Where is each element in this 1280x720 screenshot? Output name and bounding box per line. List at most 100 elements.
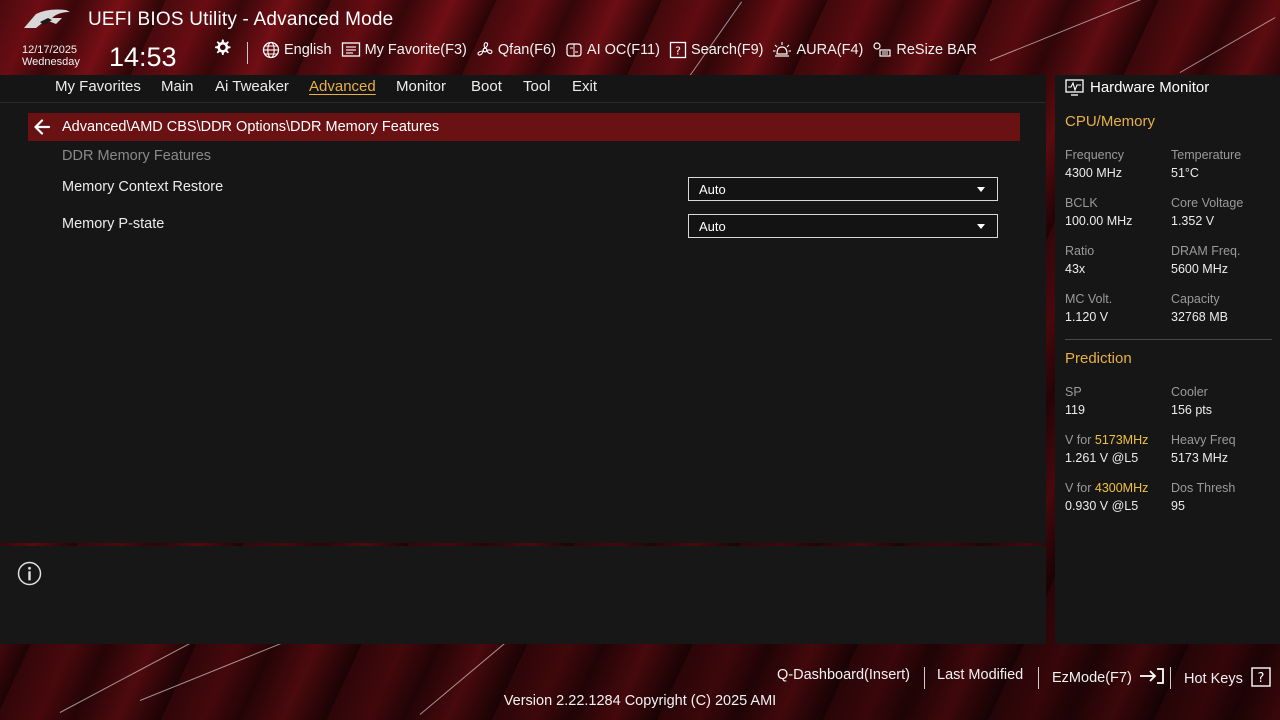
select-value: Auto — [699, 182, 726, 197]
hot-keys-button[interactable]: Hot Keys ? — [1184, 667, 1271, 687]
menu-my-favorites[interactable]: My Favorites — [55, 78, 141, 95]
heavy-freq-value: 5173 MHz — [1171, 451, 1228, 465]
menu-monitor[interactable]: Monitor — [396, 78, 446, 95]
cooler-value: 156 pts — [1171, 403, 1213, 417]
memory-p-state-select[interactable]: Auto — [688, 214, 998, 238]
chevron-down-icon — [977, 224, 985, 229]
hardware-monitor-title: Hardware Monitor — [1090, 79, 1210, 96]
core-voltage-label: Core Voltage — [1171, 196, 1244, 210]
dram-freq-label: DRAM Freq. — [1171, 244, 1241, 258]
v-for-frequency: 4300MHz — [1094, 481, 1149, 495]
gear-icon[interactable] — [212, 38, 232, 58]
core-voltage-value: 1.352 V — [1171, 214, 1215, 228]
resize-bar-button[interactable]: ReSize BAR — [872, 41, 977, 59]
select-value: Auto — [699, 219, 726, 234]
aura-label: AURA(F4) — [796, 42, 864, 58]
cooler-label: Cooler — [1171, 385, 1208, 399]
search-button[interactable]: ? Search(F9) — [669, 41, 764, 59]
frequency-value: 4300 MHz — [1065, 166, 1122, 180]
menu-exit[interactable]: Exit — [572, 78, 597, 95]
bclk-value: 100.00 MHz — [1065, 214, 1133, 228]
memory-context-restore-select[interactable]: Auto — [688, 177, 998, 201]
hardware-monitor-header: Hardware Monitor — [1065, 79, 1209, 96]
my-favorite-label: My Favorite(F3) — [364, 42, 467, 58]
fan-icon — [477, 42, 493, 56]
sp-label: SP — [1065, 385, 1082, 399]
main-panel: My Favorites Main Ai Tweaker Advanced Mo… — [0, 75, 1046, 543]
main-menu-bar: My Favorites Main Ai Tweaker Advanced Mo… — [0, 75, 1046, 103]
help-question-icon: ? — [1251, 667, 1271, 687]
sp-value: 119 — [1065, 403, 1085, 417]
prediction-heading: Prediction — [1065, 350, 1132, 367]
cpu-memory-heading: CPU/Memory — [1065, 113, 1156, 130]
dos-thresh-label: Dos Thresh — [1171, 481, 1236, 495]
chevron-down-icon — [977, 187, 985, 192]
my-favorite-button[interactable]: My Favorite(F3) — [341, 41, 467, 59]
temperature-label: Temperature — [1171, 148, 1242, 162]
app-title: UEFI BIOS Utility - Advanced Mode — [88, 9, 394, 30]
bclk-label: BCLK — [1065, 196, 1098, 210]
version-text: Version 2.22.1284 Copyright (C) 2025 AMI — [503, 693, 777, 709]
exit-to-ezmode-icon — [1139, 668, 1164, 684]
menu-boot[interactable]: Boot — [471, 78, 502, 95]
q-dashboard-button[interactable]: Q-Dashboard(Insert) — [777, 667, 910, 683]
resize-bar-label: ReSize BAR — [896, 42, 977, 58]
hardware-monitor-panel: Hardware Monitor CPU/Memory Frequency 43… — [1055, 75, 1280, 644]
capacity-value: 32768 MB — [1171, 310, 1228, 324]
menu-advanced[interactable]: Advanced — [309, 78, 376, 95]
header-divider — [247, 42, 248, 64]
v-for-prefix: V for — [1065, 433, 1095, 447]
clock-display[interactable]: 14:53 — [109, 42, 177, 73]
section-title: DDR Memory Features — [62, 148, 212, 164]
ratio-label: Ratio — [1065, 244, 1095, 258]
frequency-label: Frequency — [1065, 148, 1125, 162]
globe-icon — [262, 41, 280, 59]
help-info-panel — [0, 546, 1046, 644]
back-arrow-icon[interactable] — [32, 117, 52, 137]
footer-divider — [1170, 667, 1171, 689]
mc-volt-label: MC Volt. — [1065, 292, 1113, 306]
v-for-value: 1.261 V @L5 — [1065, 451, 1139, 465]
language-button[interactable]: English — [262, 41, 332, 59]
search-help-icon: ? — [669, 41, 687, 59]
ezmode-label: EzMode(F7) — [1052, 670, 1132, 686]
svg-text:?: ? — [1257, 671, 1264, 686]
menu-main[interactable]: Main — [161, 78, 194, 95]
v-for-prefix: V for — [1065, 481, 1095, 495]
rog-logo — [24, 9, 70, 28]
heavy-freq-label: Heavy Freq — [1171, 433, 1236, 447]
breadcrumb: Advanced\AMD CBS\DDR Options\DDR Memory … — [62, 119, 440, 135]
menu-tool[interactable]: Tool — [523, 78, 551, 95]
last-modified-button[interactable]: Last Modified — [937, 667, 1023, 683]
date-display: 12/17/2025 Wednesday — [22, 44, 80, 68]
v-for-label: V for 4300MHz — [1065, 481, 1148, 495]
footer-divider — [1038, 667, 1039, 689]
v-for-value: 0.930 V @L5 — [1065, 499, 1139, 513]
search-label: Search(F9) — [690, 42, 764, 58]
info-icon — [17, 561, 42, 586]
menu-ai-tweaker[interactable]: Ai Tweaker — [215, 78, 289, 95]
qfan-button[interactable]: Qfan(F6) — [476, 41, 556, 59]
v-for-label: V for 5173MHz — [1065, 433, 1148, 447]
breadcrumb-bar: Advanced\AMD CBS\DDR Options\DDR Memory … — [28, 113, 1020, 141]
setting-label: Memory P-state — [62, 216, 165, 232]
capacity-label: Capacity — [1171, 292, 1220, 306]
qfan-label: Qfan(F6) — [497, 42, 556, 58]
ezmode-button[interactable]: EzMode(F7) — [1052, 667, 1166, 686]
date-text: 12/17/2025 — [22, 44, 78, 56]
ratio-value: 43x — [1065, 262, 1086, 276]
ai-chip-icon — [566, 43, 582, 57]
monitor-icon — [1065, 79, 1084, 96]
top-toolbar: English My Favorite(F3) Qfan(F6) AI OC(F… — [262, 41, 986, 59]
aura-light-icon — [773, 42, 792, 57]
aura-button[interactable]: AURA(F4) — [772, 41, 863, 59]
dram-freq-value: 5600 MHz — [1171, 262, 1228, 276]
footer-bar: Q-Dashboard(Insert) Last Modified EzMode… — [0, 667, 1280, 689]
ai-oc-button[interactable]: AI OC(F11) — [565, 41, 660, 59]
dos-thresh-value: 95 — [1171, 499, 1185, 513]
hw-divider — [1065, 339, 1272, 340]
weekday-text: Wednesday — [22, 56, 80, 68]
temperature-value: 51°C — [1171, 166, 1199, 180]
ai-oc-label: AI OC(F11) — [586, 42, 660, 58]
language-label: English — [284, 42, 332, 58]
